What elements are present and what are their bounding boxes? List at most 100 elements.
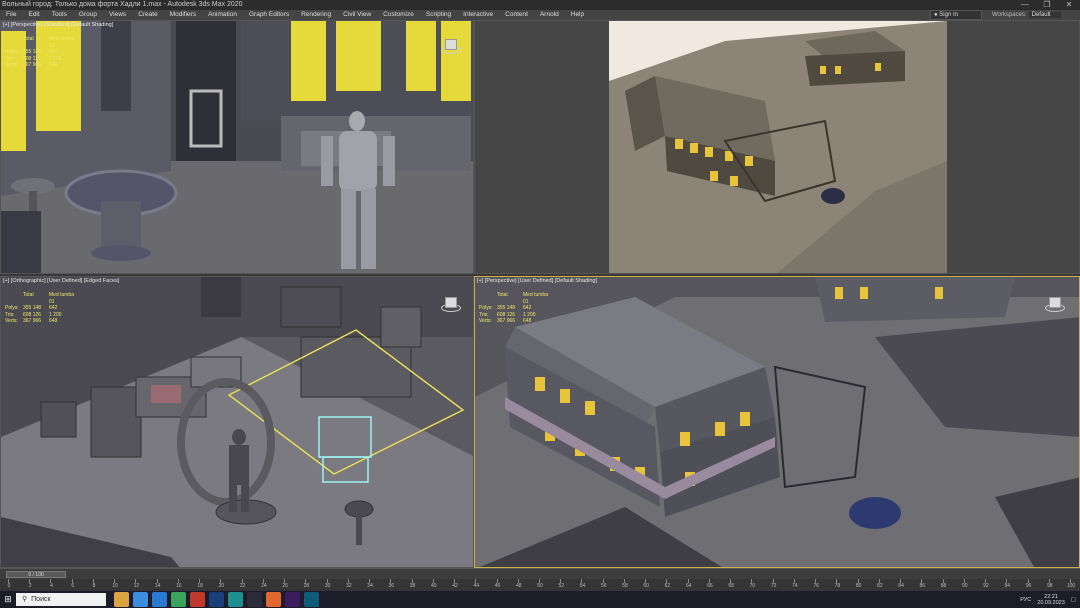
viewport-label[interactable]: [+] [Orthographic] [User Defined] [Edged… (3, 278, 119, 284)
taskbar-app-icon[interactable] (114, 592, 129, 607)
frame-tick-label: 92 (983, 583, 989, 589)
frame-tick-label: 36 (388, 583, 395, 589)
workspace-selector[interactable]: Workspaces: Default (992, 10, 1061, 20)
taskbar-app-icon[interactable] (133, 592, 148, 607)
search-placeholder: Поиск (31, 596, 51, 603)
menu-edit[interactable]: Edit (22, 10, 45, 20)
viewcube-icon[interactable] (441, 295, 461, 313)
frame-tick-label: 52 (558, 583, 565, 589)
time-slider[interactable]: 0 / 100 (6, 571, 66, 578)
frame-tick-label: 12 (133, 583, 140, 589)
frame-tick-label: 0 (7, 583, 11, 589)
workspace-value: Default (1028, 12, 1061, 18)
notification-icon[interactable]: ▢ (1071, 597, 1076, 603)
menu-tools[interactable]: Tools (46, 10, 73, 20)
language-indicator[interactable]: РУС (1020, 597, 1031, 603)
menu-help[interactable]: Help (565, 10, 590, 20)
frame-tick-label: 28 (303, 583, 310, 589)
menu-views[interactable]: Views (103, 10, 132, 20)
menu-interactive[interactable]: Interactive (457, 10, 499, 20)
viewport-label[interactable]: [+] [Perspective] [Standard] [Default Sh… (3, 22, 113, 28)
menu-content[interactable]: Content (499, 10, 534, 20)
frame-tick-label: 58 (622, 583, 628, 589)
clock[interactable]: 22:21 20.09.2023 (1037, 594, 1065, 606)
frame-tick-label: 98 (1046, 583, 1053, 589)
frame-tick-label: 68 (728, 583, 734, 589)
viewport-top-right[interactable] (474, 20, 1080, 274)
statistics-overlay: Total Med tumba 01 Polys: 355 148 642 Tris:… (479, 292, 549, 324)
menu-rendering[interactable]: Rendering (295, 10, 337, 20)
frame-tick-label: 94 (1004, 583, 1011, 589)
menu-modifiers[interactable]: Modifiers (164, 10, 202, 20)
viewport-top-left[interactable]: [+] [Perspective] [Standard] [Default Sh… (0, 20, 474, 274)
menu-create[interactable]: Create (132, 10, 164, 20)
frame-tick-label: 8 (92, 583, 96, 589)
taskbar-app-icon[interactable] (285, 592, 300, 607)
menu-bar: File Edit Tools Group Views Create Modif… (0, 10, 1080, 20)
frame-tick-label: 22 (239, 583, 246, 589)
frame-tick-label: 32 (346, 583, 352, 589)
frame-tick-label: 2 (28, 583, 32, 589)
frame-tick-label: 80 (855, 583, 862, 589)
taskbar-search[interactable]: ⚲ Поиск (16, 593, 106, 606)
frame-ruler[interactable]: 0 2 4 6 8 10 12 14 16 18 20 22 24 26 28 30 32 34 36 38 40 42 4… (0, 579, 1080, 591)
window-title: Вольный город: Только дома форта Хадли 1… (2, 1, 243, 8)
frame-tick-label: 4 (50, 583, 53, 589)
sign-in-dropdown[interactable]: ● Sign In (930, 10, 982, 20)
frame-tick-label: 84 (898, 583, 904, 589)
frame-tick-label: 42 (452, 583, 458, 589)
close-button[interactable]: ✕ (1058, 0, 1080, 10)
frame-tick-label: 66 (707, 583, 713, 589)
taskbar-app-icon[interactable] (171, 592, 186, 607)
taskbar-app-icon[interactable] (266, 592, 281, 607)
search-icon: ⚲ (22, 596, 28, 603)
viewcube-icon[interactable] (1045, 295, 1065, 313)
frame-tick-label: 16 (176, 583, 182, 589)
menu-animation[interactable]: Animation (202, 10, 243, 20)
windows-start-icon[interactable]: ⊞ (0, 591, 16, 608)
frame-tick-label: 90 (962, 583, 968, 589)
frame-tick-label: 54 (579, 583, 586, 589)
taskbar-app-icon[interactable] (190, 592, 205, 607)
frame-tick-label: 20 (218, 583, 225, 589)
system-tray: РУС 22:21 20.09.2023 ▢ (1020, 591, 1076, 608)
frame-tick-label: 38 (409, 583, 416, 589)
frame-tick-label: 56 (600, 583, 607, 589)
taskbar-app-icon[interactable] (247, 592, 262, 607)
minimize-button[interactable]: — (1014, 0, 1036, 10)
menu-arnold[interactable]: Arnold (534, 10, 565, 20)
frame-tick-label: 78 (834, 583, 841, 589)
render-scene (609, 21, 947, 273)
viewport-bottom-right[interactable]: [+] [Perspective] [User Defined] [Defaul… (474, 276, 1080, 568)
menu-file[interactable]: File (0, 10, 22, 20)
statistics-overlay: Total Med tumba 01 Polys: 355 148 642 Tris:… (5, 292, 75, 324)
time-slider-bar: 0 / 100 (0, 568, 1080, 579)
menu-group[interactable]: Group (73, 10, 103, 20)
frame-tick-label: 82 (877, 583, 883, 589)
frame-tick-label: 10 (112, 583, 118, 589)
taskbar-app-icon[interactable] (228, 592, 243, 607)
frame-tick-label: 6 (71, 583, 75, 589)
frame-tick-label: 100 (1066, 583, 1076, 589)
menu-customize[interactable]: Customize (377, 10, 420, 20)
taskbar: ⊞ ⚲ Поиск РУС 22:21 20.09.2023 ▢ (0, 591, 1080, 608)
clock-date: 20.09.2023 (1037, 599, 1065, 606)
frame-tick-label: 72 (770, 583, 777, 589)
taskbar-app-icon[interactable] (152, 592, 167, 607)
viewport-label[interactable]: [+] [Perspective] [User Defined] [Defaul… (477, 278, 597, 284)
taskbar-app-icon[interactable] (304, 592, 319, 607)
statistics-overlay: Total Med tumba 01 Polys: 355 148 642 Tris:… (5, 36, 75, 68)
frame-tick-label: 30 (324, 583, 331, 589)
frame-tick-label: 74 (792, 583, 798, 589)
maximize-button[interactable]: ❐ (1036, 0, 1058, 10)
viewcube-icon[interactable] (441, 37, 461, 55)
menu-civil-view[interactable]: Civil View (337, 10, 377, 20)
viewport-bottom-left[interactable]: [+] [Orthographic] [User Defined] [Edged… (0, 276, 474, 568)
frame-tick-label: 50 (537, 583, 543, 589)
frame-tick-label: 62 (664, 583, 671, 589)
menu-scripting[interactable]: Scripting (420, 10, 457, 20)
frame-tick-label: 88 (940, 583, 947, 589)
taskbar-app-icon[interactable] (209, 592, 224, 607)
menu-graph-editors[interactable]: Graph Editors (243, 10, 295, 20)
frame-tick-label: 44 (473, 583, 480, 589)
